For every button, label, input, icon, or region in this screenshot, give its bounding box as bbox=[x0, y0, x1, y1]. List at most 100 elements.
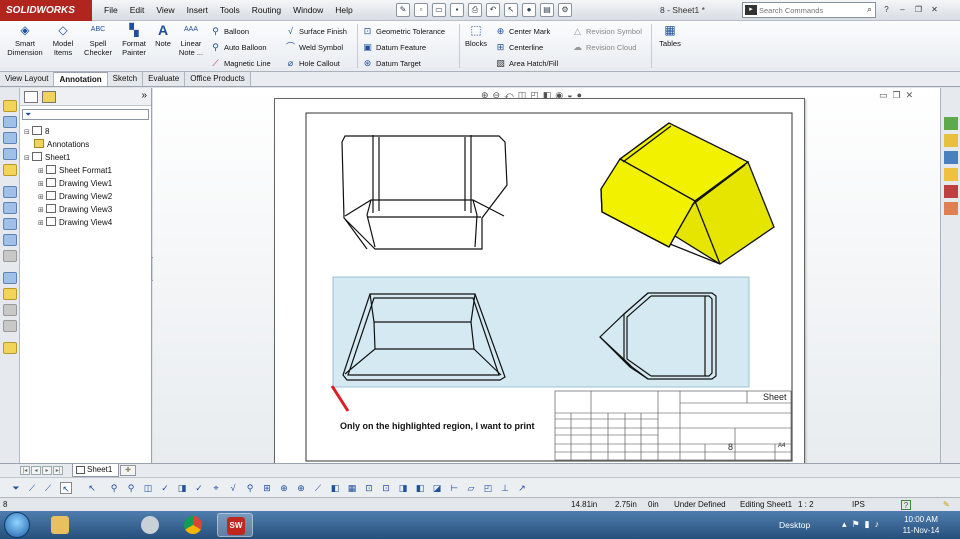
status-help[interactable]: ? bbox=[901, 500, 911, 510]
filter-edges-icon[interactable]: ⟋ bbox=[26, 482, 38, 494]
minimize-icon[interactable]: – bbox=[896, 3, 909, 16]
filter-icon[interactable]: ⏷ bbox=[10, 482, 22, 494]
menu-edit[interactable]: Edit bbox=[124, 0, 151, 21]
hole-callout-button[interactable]: ⌀ Hole Callout bbox=[285, 56, 340, 70]
annotation-note[interactable]: Only on the highlighted region, I want t… bbox=[340, 421, 534, 431]
section-tool-icon[interactable] bbox=[3, 186, 17, 198]
annotation-filter-icon[interactable]: ⚲ bbox=[125, 482, 137, 494]
flag-icon[interactable]: ⚑ bbox=[852, 519, 860, 530]
graphics-area[interactable]: ⊕ ⊖ ⤺ ◫ ◰ ◧ ◉ ◒ ● ▭ ❐ ✕ Only on the high… bbox=[153, 88, 940, 464]
taskbar-solidworks[interactable]: SW bbox=[217, 513, 253, 537]
edge-filter-icon[interactable]: ◪ bbox=[431, 482, 443, 494]
disabled-tool-icon[interactable] bbox=[3, 304, 17, 316]
file-explorer-icon[interactable] bbox=[944, 151, 958, 164]
add-sheet-icon[interactable]: ✚ bbox=[120, 465, 136, 476]
area-hatch-button[interactable]: ▨ Area Hatch/Fill bbox=[495, 56, 558, 70]
tree-item-drawing-view[interactable]: ⊞ Drawing View1 bbox=[38, 178, 112, 190]
sketch-segment-filter-icon[interactable]: ◨ bbox=[397, 482, 409, 494]
view-tool-icon[interactable] bbox=[3, 116, 17, 128]
start-button[interactable] bbox=[4, 512, 30, 538]
selection-dropdown-icon[interactable]: ↖ bbox=[86, 482, 98, 494]
drawing-sheet[interactable]: Only on the highlighted region, I want t… bbox=[274, 98, 805, 464]
tree-item-root[interactable]: ⊟ 8 bbox=[24, 126, 49, 138]
weld-filter-icon[interactable]: ✓ bbox=[193, 482, 205, 494]
smart-dimension-button[interactable]: ◈ Smart Dimension bbox=[2, 23, 48, 69]
balloon-filter-icon[interactable]: ⚲ bbox=[244, 482, 256, 494]
viewport-close-icon[interactable]: ✕ bbox=[906, 90, 914, 101]
solidworks-logo[interactable]: SOLIDWORKS bbox=[0, 0, 92, 21]
folder-tool-icon[interactable] bbox=[3, 288, 17, 300]
tree-item-drawing-view[interactable]: ⊞ Drawing View2 bbox=[38, 191, 112, 203]
custom-properties-icon[interactable] bbox=[944, 202, 958, 215]
volume-icon[interactable]: ♪ bbox=[875, 519, 880, 530]
tab-annotation[interactable]: Annotation bbox=[54, 72, 108, 86]
tree-item-sheet[interactable]: ⊟ Sheet1 bbox=[24, 152, 70, 164]
block-tool-icon[interactable] bbox=[3, 272, 17, 284]
face-filter-icon[interactable]: ◧ bbox=[414, 482, 426, 494]
pin-icon[interactable]: ✎ bbox=[396, 3, 410, 17]
show-hidden-icons-icon[interactable]: ▴ bbox=[842, 519, 847, 530]
last-sheet-icon[interactable]: ▸| bbox=[53, 466, 63, 475]
block-filter-icon[interactable]: ⟋ bbox=[312, 482, 324, 494]
rotate-tool-icon[interactable] bbox=[3, 132, 17, 144]
tab-view-layout[interactable]: View Layout bbox=[0, 72, 55, 86]
search-commands-input[interactable] bbox=[759, 4, 855, 16]
undo-icon[interactable]: ↶ bbox=[486, 3, 500, 17]
system-clock[interactable]: 10:00 AM 11-Nov-14 bbox=[898, 514, 944, 536]
centerline-button[interactable]: ⊞ Centerline bbox=[495, 40, 543, 54]
model-items-button[interactable]: ◇ Model Items bbox=[49, 23, 77, 69]
sketch-point-filter-icon[interactable]: ⊡ bbox=[380, 482, 392, 494]
reference-filter-icon[interactable]: ◰ bbox=[482, 482, 494, 494]
red-arrow-mark[interactable] bbox=[330, 385, 350, 412]
note-button[interactable]: A Note bbox=[151, 23, 175, 69]
disabled-tool-icon[interactable] bbox=[3, 320, 17, 332]
explode-tool-icon[interactable] bbox=[3, 342, 17, 354]
menu-file[interactable]: File bbox=[98, 0, 124, 21]
expand-icon[interactable]: ⊞ bbox=[38, 179, 46, 191]
centerline-filter-icon[interactable]: ⊕ bbox=[278, 482, 290, 494]
taskbar-chrome[interactable] bbox=[175, 513, 211, 537]
view-palette-icon[interactable] bbox=[944, 168, 958, 181]
magnetic-line-button[interactable]: ⟋ Magnetic Line bbox=[210, 56, 270, 70]
origin-filter-icon[interactable]: ↗ bbox=[516, 482, 528, 494]
open-folder-icon[interactable]: ▭ bbox=[432, 3, 446, 17]
tab-office-products[interactable]: Office Products bbox=[185, 72, 251, 86]
sheet-tab-active[interactable]: Sheet1 bbox=[72, 464, 120, 477]
filter-faces-icon[interactable]: ⟋ bbox=[42, 482, 54, 494]
format-painter-button[interactable]: ▚ Format Painter bbox=[117, 23, 151, 69]
detail-tool-icon[interactable] bbox=[3, 164, 17, 176]
rebuild-icon[interactable]: ● bbox=[522, 3, 536, 17]
appearances-icon[interactable] bbox=[944, 185, 958, 198]
print-icon[interactable]: ⎙ bbox=[468, 3, 482, 17]
next-sheet-icon[interactable]: ▸ bbox=[42, 466, 52, 475]
break-tool-icon[interactable] bbox=[3, 234, 17, 246]
select-pointer-icon[interactable]: ↖ bbox=[60, 482, 72, 494]
note-filter-icon[interactable]: ◨ bbox=[176, 482, 188, 494]
close-icon[interactable]: ✕ bbox=[928, 3, 941, 16]
feature-tree-tab-icon[interactable] bbox=[24, 91, 38, 103]
revision-symbol-button[interactable]: △ Revision Symbol bbox=[572, 24, 642, 38]
first-sheet-icon[interactable]: |◂ bbox=[20, 466, 30, 475]
solidworks-resources-icon[interactable] bbox=[944, 117, 958, 130]
center-mark-button[interactable]: ⊕ Center Mark bbox=[495, 24, 551, 38]
menu-view[interactable]: View bbox=[150, 0, 180, 21]
menu-help[interactable]: Help bbox=[329, 0, 358, 21]
revision-cloud-button[interactable]: ☁ Revision Cloud bbox=[572, 40, 636, 54]
auto-balloon-button[interactable]: ⚲ Auto Balloon bbox=[210, 40, 266, 54]
status-pencil-icon[interactable]: ✎ bbox=[943, 498, 950, 512]
viewport-minimize-icon[interactable]: ▭ bbox=[879, 90, 888, 101]
tab-evaluate[interactable]: Evaluate bbox=[143, 72, 186, 86]
snap-icon[interactable]: ⚲ bbox=[108, 482, 120, 494]
menu-tools[interactable]: Tools bbox=[214, 0, 246, 21]
tree-item-sheet-format[interactable]: ⊞ Sheet Format1 bbox=[38, 165, 112, 177]
collapse-icon[interactable]: ⊟ bbox=[24, 153, 32, 165]
taskbar-explorer[interactable] bbox=[42, 513, 78, 537]
balloon-button[interactable]: ⚲ Balloon bbox=[210, 24, 249, 38]
auxiliary-tool-icon[interactable] bbox=[3, 202, 17, 214]
search-icon[interactable]: ⌕ bbox=[867, 4, 872, 15]
geometric-tolerance-button[interactable]: ⊡ Geometric Tolerance bbox=[362, 24, 445, 38]
network-icon[interactable]: ▮ bbox=[865, 519, 870, 530]
menu-insert[interactable]: Insert bbox=[181, 0, 214, 21]
file-properties-icon[interactable]: ▤ bbox=[540, 3, 554, 17]
crop-tool-icon[interactable] bbox=[3, 218, 17, 230]
